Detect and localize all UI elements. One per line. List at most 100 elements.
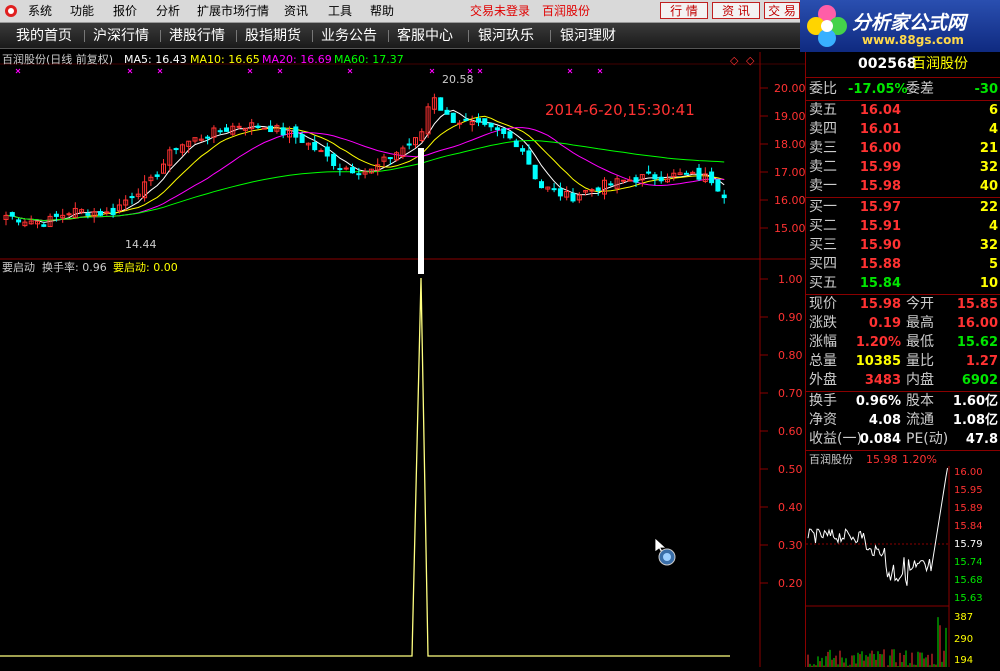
- candle-body: [520, 148, 526, 152]
- nav-bar: 我的首页 沪深行情 港股行情 股指期货 业务公告 客服中心 银河玖乐 银河理财: [0, 23, 800, 49]
- nav-service-center[interactable]: 客服中心: [397, 27, 453, 45]
- menu-news[interactable]: 资讯: [284, 3, 308, 19]
- brand-url[interactable]: www.88gs.com: [862, 33, 964, 47]
- order-row: 卖三 16.00 21: [806, 139, 1000, 158]
- divider: [806, 450, 1000, 451]
- mini-vol-tick: 290: [954, 634, 973, 645]
- candle-body: [526, 150, 532, 165]
- stat-value: 1.20%: [855, 335, 901, 350]
- scroll-right-icon[interactable]: ◇: [746, 54, 755, 67]
- stat-label: 总量: [809, 353, 837, 369]
- nav-announcements[interactable]: 业务公告: [321, 27, 377, 45]
- nav-hk-market[interactable]: 港股行情: [169, 27, 225, 45]
- nav-index-futures[interactable]: 股指期货: [245, 27, 301, 45]
- menu-quote[interactable]: 报价: [113, 3, 137, 19]
- candle-body: [595, 187, 601, 192]
- weibi-label: 委比: [809, 81, 837, 97]
- trade-button[interactable]: 交 易: [764, 2, 800, 19]
- order-row: 买五 15.84 10: [806, 274, 1000, 293]
- candle-body: [343, 167, 349, 170]
- nav-galaxy-finance[interactable]: 银河理财: [560, 27, 616, 45]
- stat-label: 收益(一): [809, 431, 862, 447]
- weicha-value: -30: [974, 82, 999, 97]
- indicator-tick: 0.90: [778, 311, 803, 324]
- order-price: 16.01: [859, 122, 901, 137]
- candle-body: [104, 211, 110, 214]
- price-tick: 17.00: [774, 166, 805, 179]
- nav-separator: [84, 30, 85, 42]
- nav-home[interactable]: 我的首页: [16, 27, 72, 45]
- menu-help[interactable]: 帮助: [370, 3, 394, 19]
- indicator-tick: 0.70: [778, 387, 803, 400]
- menu-tools[interactable]: 工具: [328, 3, 352, 19]
- trade-login-status: 交易未登录: [470, 4, 531, 18]
- indicator-tick: 0.60: [778, 425, 803, 438]
- candle-body: [255, 125, 261, 129]
- stat-value: 3483: [864, 373, 901, 388]
- candle-body: [66, 213, 72, 216]
- news-button[interactable]: 资 讯: [712, 2, 760, 19]
- order-volume: 10: [979, 276, 998, 291]
- order-label: 买一: [809, 199, 837, 215]
- menu-system[interactable]: 系统: [28, 3, 52, 19]
- stat-value: 15.85: [956, 297, 998, 312]
- moving-average-lines: [5, 109, 725, 224]
- nav-separator: [388, 30, 389, 42]
- candle-body: [356, 173, 362, 176]
- stat-value: 47.8: [965, 432, 998, 447]
- event-marker-icon: [15, 68, 21, 74]
- candle-body: [224, 127, 229, 132]
- mini-tick: 15.95: [954, 485, 983, 496]
- order-row: 卖五 16.04 6: [806, 101, 1000, 120]
- nav-separator: [312, 30, 313, 42]
- event-marker-icon: [247, 68, 253, 74]
- nav-separator: [550, 30, 551, 42]
- candle-body: [110, 207, 116, 216]
- stock-name: 百润股份: [912, 56, 968, 72]
- indicator-tick: 0.30: [778, 539, 803, 552]
- candle-body: [715, 179, 721, 192]
- nav-separator: [160, 30, 161, 42]
- stat-label: 外盘: [809, 372, 837, 388]
- stat-row: 涨跌 0.19 最高 16.00: [806, 314, 1000, 333]
- mouse-cursor-icon: [654, 537, 676, 566]
- candle-body: [709, 171, 715, 184]
- candle-body: [513, 140, 519, 148]
- nav-galaxy-fun[interactable]: 银河玖乐: [478, 27, 534, 45]
- mini-tick: 16.00: [954, 467, 983, 478]
- candle-body: [438, 97, 444, 111]
- candle-body: [570, 193, 576, 202]
- stat-row: 外盘 3483 内盘 6902: [806, 371, 1000, 390]
- order-label: 卖二: [809, 159, 837, 175]
- order-label: 卖三: [809, 140, 837, 156]
- diamond-icon[interactable]: ◇: [730, 54, 739, 67]
- candle-body: [173, 148, 179, 151]
- candle-body: [236, 125, 242, 128]
- candle-body: [444, 109, 450, 115]
- stat-label: 股本: [906, 393, 934, 409]
- chart-svg[interactable]: 百润股份(日线 前复权) MA5: 16.43 MA10: 16.65 MA20…: [0, 52, 806, 667]
- menu-analysis[interactable]: 分析: [156, 3, 180, 19]
- chart-area[interactable]: 百润股份(日线 前复权) MA5: 16.43 MA10: 16.65 MA20…: [0, 52, 806, 667]
- candle-body: [507, 131, 513, 139]
- mini-tick: 15.79: [954, 539, 983, 550]
- order-volume: 4: [988, 219, 998, 234]
- menu-function[interactable]: 功能: [70, 3, 94, 19]
- order-row: 买二 15.91 4: [806, 217, 1000, 236]
- indicator-grid: [760, 278, 768, 584]
- weicha-label: 委差: [906, 81, 934, 97]
- signal-bar: [418, 148, 424, 274]
- order-volume: 40: [979, 179, 998, 194]
- quote-button[interactable]: 行 情: [660, 2, 708, 19]
- order-price: 15.97: [859, 200, 901, 215]
- order-label: 买三: [809, 237, 837, 253]
- nav-sh-sz-market[interactable]: 沪深行情: [93, 27, 149, 45]
- app-logo-icon: [5, 5, 17, 17]
- candle-body: [633, 177, 639, 183]
- intraday-mini-chart[interactable]: 16.00 15.95 15.89 15.84 15.79 15.74 15.6…: [806, 466, 1000, 667]
- menu-extended-market[interactable]: 扩展市场行情: [197, 3, 269, 19]
- stat-row: 现价 15.98 今开 15.85: [806, 295, 1000, 314]
- price-grid: [760, 87, 768, 229]
- order-price: 16.00: [859, 141, 901, 156]
- stat-value: 1.27: [965, 354, 998, 369]
